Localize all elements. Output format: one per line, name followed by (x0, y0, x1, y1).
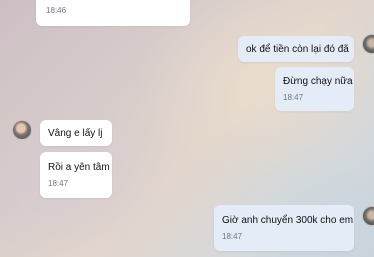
contact-avatar-icon[interactable] (362, 206, 374, 226)
message-bubble-sent[interactable]: ok để tiền còn lại đó đã (238, 36, 354, 62)
message-text: ok để tiền còn lại đó đã (246, 44, 349, 55)
message-time: 18:46 (46, 6, 67, 15)
message-text: Giờ anh chuyển 300k cho em (222, 215, 354, 226)
message-text: Đừng chạy nữa (283, 76, 353, 87)
message-bubble-sent[interactable]: Giờ anh chuyển 300k cho em 18:47 (214, 205, 354, 251)
message-time: 18:47 (48, 179, 69, 188)
message-text: Vâng e lấy lj (48, 128, 103, 139)
message-text: Rồi a yên tâm (48, 162, 110, 173)
contact-avatar-icon[interactable] (362, 34, 374, 54)
sender-avatar-icon[interactable] (12, 120, 32, 140)
message-bubble-received[interactable]: Vâng e lấy lj (40, 120, 112, 146)
message-bubble-received[interactable]: Rồi a yên tâm 18:47 (40, 152, 112, 198)
message-bubble-received[interactable]: 18:46 (36, 0, 190, 26)
message-time: 18:47 (283, 93, 304, 102)
chat-thread: 18:46 ok để tiền còn lại đó đã Đừng chạy… (0, 0, 374, 257)
message-time: 18:47 (222, 232, 243, 241)
message-bubble-sent[interactable]: Đừng chạy nữa 18:47 (275, 67, 354, 111)
